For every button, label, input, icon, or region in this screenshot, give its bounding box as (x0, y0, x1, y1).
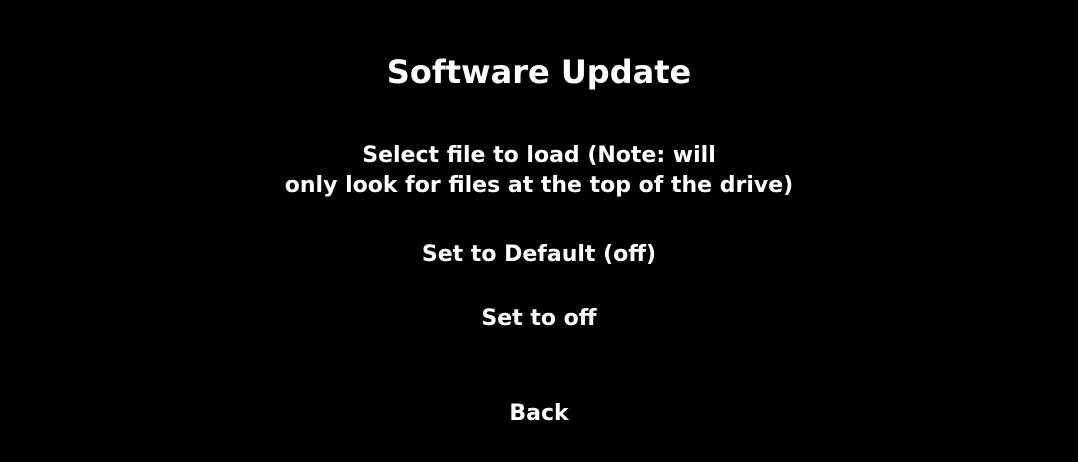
back-button[interactable]: Back (0, 399, 1078, 429)
select-file-button[interactable]: Select file to load (Note: will only loo… (0, 141, 1078, 201)
set-to-default-button[interactable]: Set to Default (off) (0, 240, 1078, 270)
page-title: Software Update (386, 53, 692, 91)
select-file-label-line1: Select file to load (Note: will (362, 143, 716, 168)
software-update-screen: Software Update Select file to load (Not… (0, 0, 1078, 462)
select-file-label-line2: only look for files at the top of the dr… (284, 173, 794, 198)
set-to-off-button[interactable]: Set to off (0, 304, 1078, 334)
